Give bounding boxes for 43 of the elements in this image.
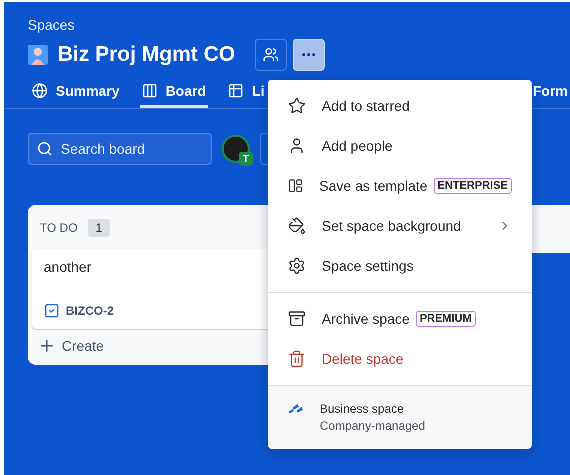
globe-icon [32, 83, 48, 99]
avatar-icon [28, 45, 48, 65]
person-icon [288, 137, 306, 155]
space-title: Biz Proj Mgmt CO [58, 43, 236, 67]
people-icon [263, 47, 280, 63]
tab[interactable]: Summary [30, 83, 122, 108]
menu-item[interactable]: Set space background [268, 206, 532, 246]
people-button[interactable] [255, 39, 288, 71]
table-icon [228, 83, 244, 99]
avatar-badge: T [239, 152, 253, 166]
search-icon [37, 141, 53, 157]
layout-icon [288, 177, 304, 195]
archive-icon [288, 310, 306, 328]
user-avatar[interactable]: T [222, 135, 250, 163]
plus-icon [38, 337, 56, 355]
more-button[interactable] [293, 39, 326, 71]
space-subtype: Company-managed [320, 419, 426, 433]
column-title: TO DO [40, 221, 78, 235]
card-title: another [44, 259, 92, 275]
issue-count: 1 [88, 219, 110, 237]
menu-item[interactable]: Add people [268, 126, 532, 166]
task-icon [44, 303, 60, 319]
tab[interactable]: Board [140, 83, 208, 108]
menu-item[interactable]: Delete space [268, 339, 532, 379]
tab[interactable]: Li [226, 83, 267, 108]
tab[interactable]: Form [531, 83, 570, 108]
settings-icon [288, 257, 306, 275]
trash-icon [288, 350, 306, 368]
plan-badge: PREMIUM [416, 311, 476, 327]
create-button[interactable]: Create [28, 329, 114, 365]
menu-item[interactable]: Add to starred [268, 86, 532, 126]
plan-badge: ENTERPRISE [434, 178, 512, 194]
star-icon [288, 97, 306, 115]
space-type: Business space [320, 402, 406, 416]
paint-bucket-icon [288, 217, 306, 235]
space-type-icon [288, 402, 304, 416]
search-field[interactable]: Search board [28, 133, 212, 165]
search-input[interactable]: Search board [59, 140, 199, 158]
more-icon [302, 53, 316, 57]
breadcrumb[interactable]: Spaces [28, 17, 570, 33]
board-icon [142, 83, 158, 99]
menu-item[interactable]: Save as template ENTERPRISE [268, 166, 532, 206]
issue-key: BIZCO-2 [66, 304, 114, 318]
